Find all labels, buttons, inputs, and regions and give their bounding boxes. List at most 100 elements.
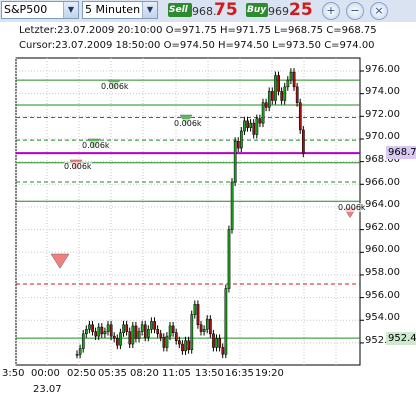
candle-body — [233, 140, 237, 183]
x-tick-label: 08:20 — [130, 368, 159, 379]
candle-body — [181, 343, 184, 352]
order-tag[interactable]: 0.006k — [174, 119, 202, 128]
candle-body — [178, 340, 181, 345]
candle-body — [286, 79, 290, 88]
candle-body — [221, 347, 225, 355]
y-tick-label: 972.00 — [365, 109, 400, 120]
y-tick-label: 958.00 — [365, 267, 400, 278]
x-tick-label: 11:05 — [162, 368, 191, 379]
candle-body — [271, 91, 274, 101]
x-tick-label: 16:35 — [225, 368, 254, 379]
candle-body — [224, 288, 228, 355]
candle-body — [267, 91, 271, 108]
candle-body — [100, 326, 104, 335]
candle-body — [255, 118, 259, 135]
x-tick-label: 02:50 — [67, 368, 96, 379]
y-tick-label: 956.00 — [365, 290, 400, 301]
order-tag[interactable]: 0.006k — [82, 141, 110, 150]
x-tick-label: 3:50 — [2, 368, 25, 379]
candle-body — [258, 118, 262, 124]
candle-body — [274, 75, 277, 101]
candle-body — [81, 333, 85, 349]
candle-body — [212, 333, 215, 348]
candle-body — [91, 324, 94, 332]
y-tick-label: 964.00 — [365, 199, 400, 210]
candle-body — [131, 325, 135, 345]
candle-body — [125, 324, 129, 332]
candle-body — [162, 337, 166, 348]
candle-body — [147, 329, 150, 338]
candle-body — [174, 332, 178, 341]
candle-body — [295, 86, 299, 103]
candle-body — [112, 335, 116, 339]
candle-body — [280, 91, 284, 101]
candle-body — [94, 331, 98, 337]
y-tick-label: 962.00 — [365, 222, 400, 233]
candle-body — [193, 304, 197, 315]
candle-body — [298, 102, 302, 131]
candle-body — [184, 340, 187, 352]
candle-body — [85, 329, 88, 335]
candle-body — [150, 321, 153, 330]
candle-body — [277, 75, 280, 92]
candle-body — [243, 120, 246, 132]
candle-body — [261, 102, 265, 124]
x-tick-label: 00:00 — [31, 368, 60, 379]
order-tag[interactable]: 0.006k — [101, 82, 129, 91]
candle-body — [134, 325, 138, 339]
candle-body — [246, 120, 249, 128]
candle-body — [196, 304, 200, 326]
candle-body — [116, 338, 119, 346]
candle-body — [252, 122, 256, 135]
x-tick-label: 13:50 — [195, 368, 224, 379]
candle-body — [171, 325, 175, 333]
candle-body — [292, 71, 296, 88]
candle-body — [88, 324, 91, 330]
y-tick-label: 954.00 — [365, 312, 400, 323]
candle-body — [218, 338, 222, 348]
candle-body — [215, 338, 218, 348]
x-tick-label: 05:35 — [98, 368, 127, 379]
candle-body — [249, 122, 253, 128]
candle-body — [168, 325, 172, 337]
price-chart[interactable] — [0, 0, 416, 401]
candle-body — [165, 335, 169, 348]
candle-body — [289, 71, 293, 81]
candle-body — [78, 348, 82, 355]
y-tick-label: 960.00 — [365, 244, 400, 255]
y-tick-label: 966.00 — [365, 177, 400, 188]
candle-body — [75, 354, 79, 356]
candle-body — [187, 340, 191, 350]
candle-body — [205, 318, 209, 330]
candle-body — [119, 332, 122, 346]
candle-body — [143, 324, 147, 338]
candle-body — [199, 324, 203, 332]
candle-body — [137, 331, 141, 339]
y-tick-label: 970.00 — [365, 131, 400, 142]
candle-body — [159, 333, 163, 338]
date-label: 23.07 — [33, 384, 62, 395]
candle-body — [240, 130, 243, 149]
candle-body — [140, 324, 144, 332]
candle-body — [283, 86, 287, 101]
plot-frame — [15, 57, 361, 366]
current-price-badge: 968.75 — [386, 146, 416, 159]
candle-body — [302, 129, 305, 154]
level-price-badge: 952.42 — [386, 332, 416, 345]
y-tick-label: 974.00 — [365, 86, 400, 97]
candle-body — [227, 229, 231, 289]
candle-body — [264, 102, 268, 108]
candle-body — [236, 140, 240, 149]
x-tick-label: 19:20 — [255, 368, 284, 379]
candle-body — [230, 181, 234, 230]
candle-body — [190, 314, 194, 350]
candle-body — [106, 324, 110, 332]
candle-body — [153, 321, 156, 330]
order-tag[interactable]: 0.006k — [64, 162, 92, 171]
candle-body — [209, 318, 212, 335]
order-tag[interactable]: 0.006k — [338, 203, 366, 212]
candle-body — [97, 326, 101, 337]
candle-body — [122, 324, 125, 333]
y-tick-label: 976.00 — [365, 64, 400, 75]
candle-body — [109, 324, 113, 337]
